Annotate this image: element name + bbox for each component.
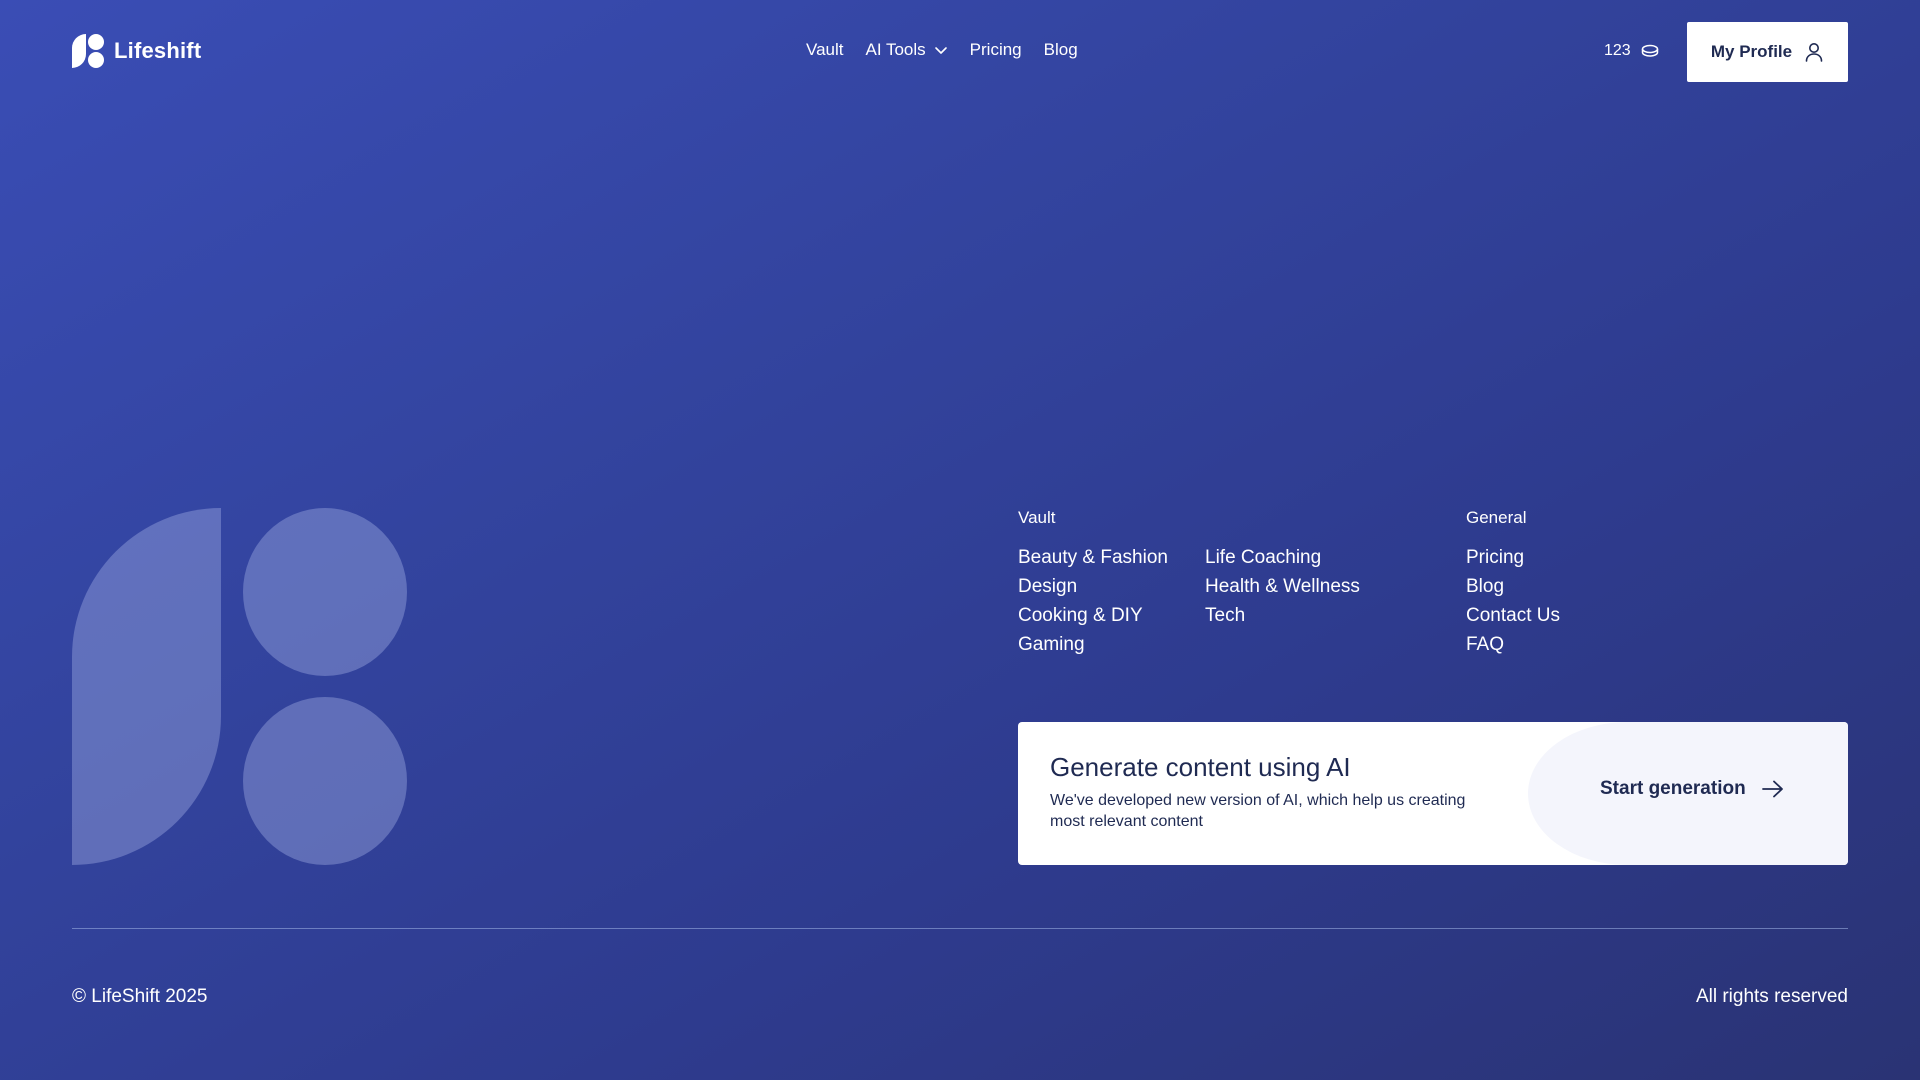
- list-item: Gaming: [1018, 630, 1168, 659]
- list-item: Tech: [1205, 601, 1360, 630]
- footer-general-title: General: [1466, 508, 1527, 527]
- user-icon: [1805, 43, 1823, 62]
- footer-link-pricing[interactable]: Pricing: [1466, 547, 1524, 568]
- footer-link-blog[interactable]: Blog: [1466, 576, 1504, 597]
- decorative-logo-mark: [72, 508, 407, 865]
- cta-description: We've developed new version of AI, which…: [1050, 792, 1466, 830]
- nav-pricing[interactable]: Pricing: [970, 40, 1022, 60]
- nav-vault[interactable]: Vault: [806, 40, 844, 60]
- footer-divider: [72, 928, 1848, 929]
- footer-link-faq[interactable]: FAQ: [1466, 634, 1504, 655]
- footer-general-list: Pricing Blog Contact Us FAQ: [1466, 543, 1560, 659]
- brand-logo-link[interactable]: Lifeshift: [72, 34, 201, 68]
- list-item: FAQ: [1466, 630, 1560, 659]
- list-item: Life Coaching: [1205, 543, 1360, 572]
- credits-counter[interactable]: 123: [1604, 42, 1659, 60]
- footer-vault-list-1: Beauty & Fashion Design Cooking & DIY Ga…: [1018, 543, 1168, 659]
- list-item: Contact Us: [1466, 601, 1560, 630]
- nav-ai-tools-label: AI Tools: [865, 40, 926, 59]
- start-generation-label: Start generation: [1600, 778, 1746, 799]
- footer-link-contact-us[interactable]: Contact Us: [1466, 605, 1560, 626]
- my-profile-button[interactable]: My Profile: [1687, 22, 1848, 82]
- cta-title: Generate content using AI: [1050, 752, 1351, 782]
- list-item: Design: [1018, 572, 1168, 601]
- footer-link-beauty-fashion[interactable]: Beauty & Fashion: [1018, 547, 1168, 568]
- coin-icon: [1641, 44, 1658, 57]
- arrow-right-icon: [1761, 780, 1783, 798]
- footer-vault-title: Vault: [1018, 508, 1056, 527]
- start-generation-button[interactable]: Start generation: [1600, 778, 1784, 800]
- credits-value: 123: [1604, 42, 1631, 59]
- footer-link-cooking-diy[interactable]: Cooking & DIY: [1018, 605, 1143, 626]
- rights-text: All rights reserved: [1695, 986, 1848, 1007]
- ai-generation-card: Generate content using AI We've develope…: [1018, 722, 1848, 865]
- my-profile-label: My Profile: [1710, 42, 1793, 61]
- nav-blog[interactable]: Blog: [1044, 40, 1078, 60]
- list-item: Pricing: [1466, 543, 1560, 572]
- footer-vault-list-2: Life Coaching Health & Wellness Tech: [1205, 543, 1360, 630]
- footer-link-design[interactable]: Design: [1018, 576, 1077, 597]
- footer-link-tech[interactable]: Tech: [1205, 605, 1245, 626]
- chevron-down-icon: [934, 47, 947, 54]
- footer-link-health-wellness[interactable]: Health & Wellness: [1205, 576, 1360, 597]
- footer-link-life-coaching[interactable]: Life Coaching: [1205, 547, 1321, 568]
- copyright-text: © LifeShift 2025: [72, 986, 208, 1007]
- list-item: Health & Wellness: [1205, 572, 1360, 601]
- lifeshift-logo-icon: [72, 34, 104, 68]
- list-item: Cooking & DIY: [1018, 601, 1168, 630]
- nav-ai-tools-dropdown[interactable]: AI Tools: [866, 40, 948, 60]
- main-nav: Vault AI Tools Pricing Blog: [806, 40, 1078, 60]
- brand-name: Lifeshift: [114, 38, 202, 63]
- list-item: Blog: [1466, 572, 1560, 601]
- footer-link-gaming[interactable]: Gaming: [1018, 634, 1085, 655]
- list-item: Beauty & Fashion: [1018, 543, 1168, 572]
- site-header: Lifeshift Vault AI Tools Pricing Blog 12…: [0, 0, 1920, 104]
